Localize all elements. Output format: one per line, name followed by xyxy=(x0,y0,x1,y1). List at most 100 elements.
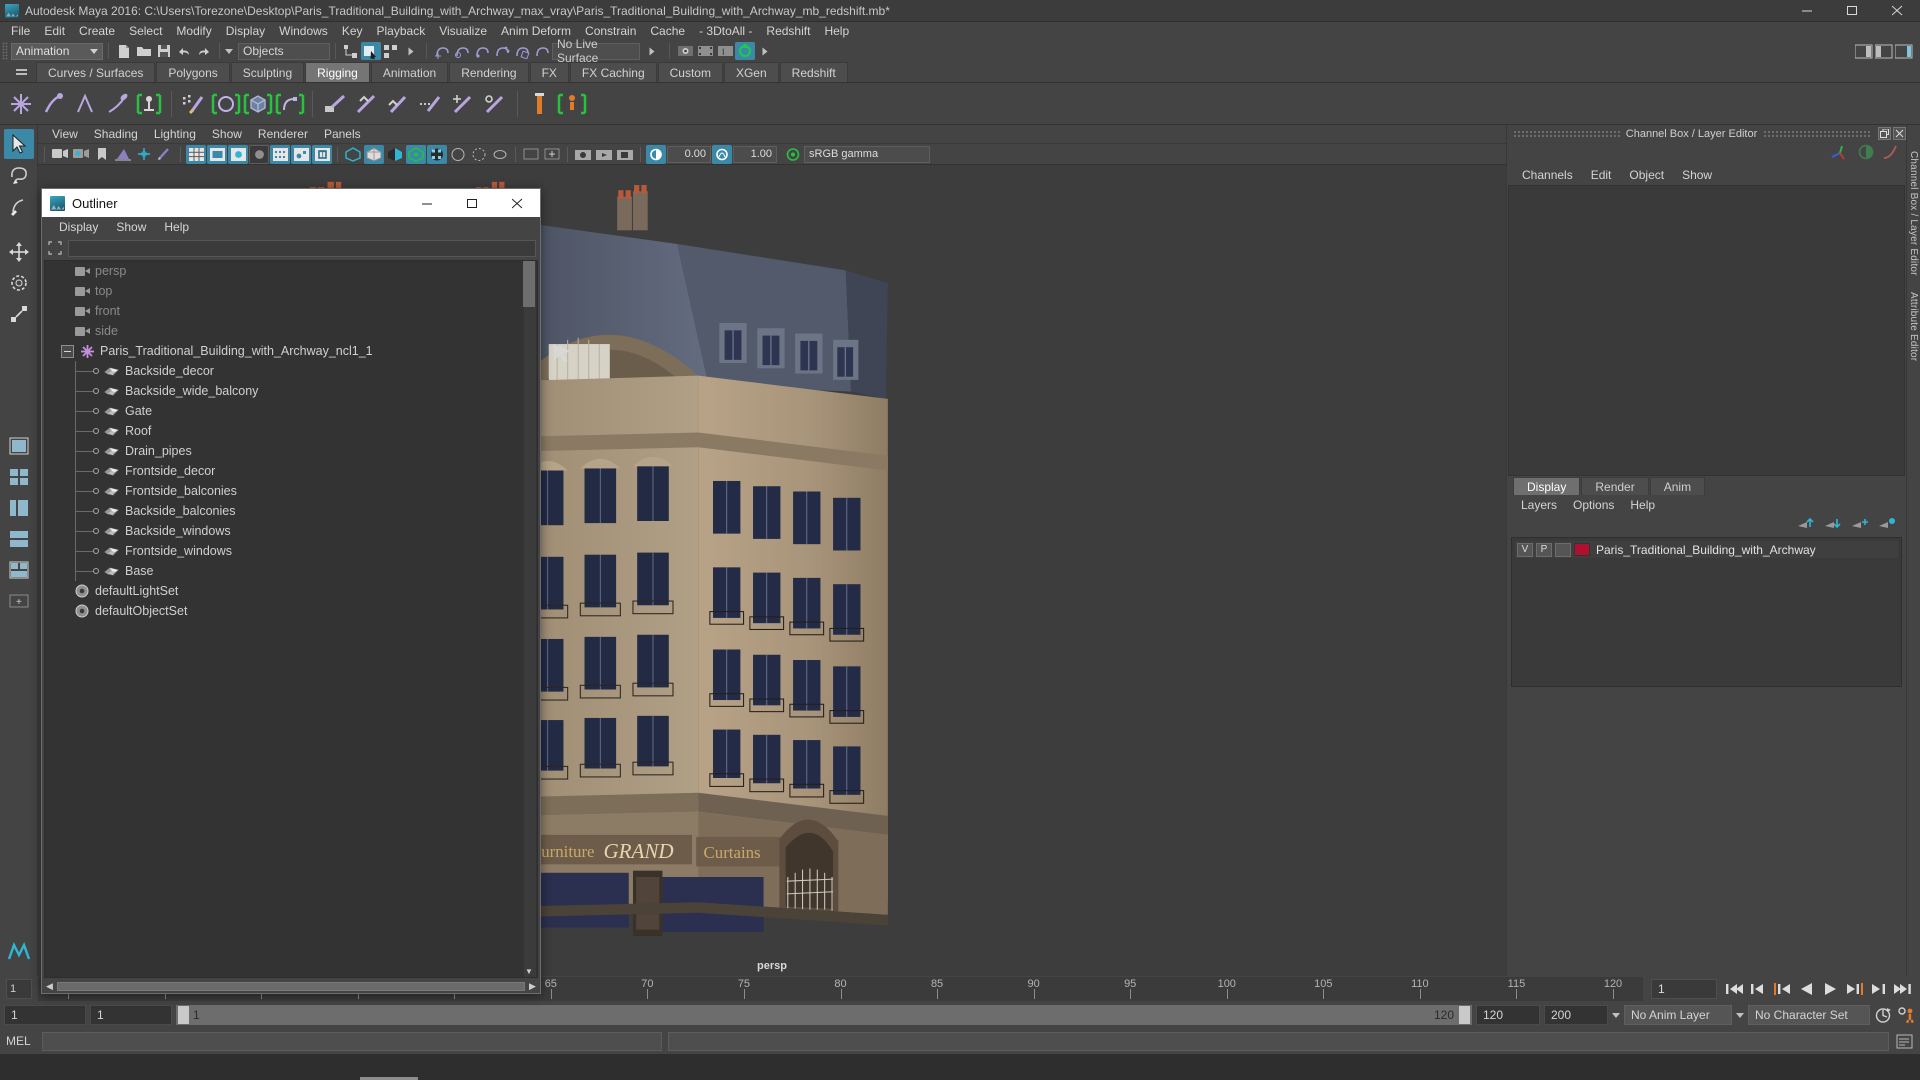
shelf-menu-icon[interactable] xyxy=(12,63,30,81)
layer-visibility-toggle[interactable]: V xyxy=(1517,543,1533,557)
rotate-tool-icon[interactable] xyxy=(4,268,34,298)
channel-menu-show[interactable]: Show xyxy=(1673,168,1721,182)
channel-menu-edit[interactable]: Edit xyxy=(1582,168,1621,182)
render-sequence-icon[interactable] xyxy=(695,42,715,60)
paint-skin-weights-icon[interactable] xyxy=(179,87,209,121)
scroll-left-icon[interactable]: ◀ xyxy=(45,981,54,991)
outliner-item[interactable]: Backside_windows xyxy=(45,521,537,541)
outliner-menu-show[interactable]: Show xyxy=(107,220,155,234)
menu-playback[interactable]: Playback xyxy=(370,22,433,40)
prune-membership-icon[interactable] xyxy=(352,87,382,121)
outliner-item[interactable]: front xyxy=(45,301,537,321)
panel-menu-view[interactable]: View xyxy=(44,127,86,141)
wrap-deformer-icon[interactable] xyxy=(448,87,478,121)
dock-drag-handle[interactable] xyxy=(1513,130,1620,137)
shelf-tab-animation[interactable]: Animation xyxy=(371,62,448,82)
channel-menu-object[interactable]: Object xyxy=(1620,168,1673,182)
select-camera-icon[interactable] xyxy=(50,145,70,164)
minimize-button[interactable] xyxy=(1785,0,1830,22)
quick-rig-icon[interactable] xyxy=(525,87,555,121)
ik-handle-icon[interactable] xyxy=(38,87,68,121)
image-plane-icon[interactable] xyxy=(113,145,133,164)
move-layer-down-icon[interactable] xyxy=(1825,517,1842,533)
outliner-item[interactable]: side xyxy=(45,321,537,341)
command-input[interactable] xyxy=(42,1032,662,1051)
gamma-toggle-icon[interactable] xyxy=(712,145,732,164)
create-skin-icon[interactable] xyxy=(102,87,132,121)
shelf-tab-fx-caching[interactable]: FX Caching xyxy=(570,62,657,82)
outliner-horizontal-scrollbar[interactable]: ◀ ▶ xyxy=(42,979,540,993)
ik-spline-handle-icon[interactable] xyxy=(70,87,100,121)
soft-modification-icon[interactable] xyxy=(275,87,305,121)
outliner-maximize-button[interactable] xyxy=(450,189,495,217)
motion-blur-icon[interactable] xyxy=(490,145,510,164)
bind-skin-icon[interactable] xyxy=(134,87,164,121)
layer-menu-layers[interactable]: Layers xyxy=(1513,498,1565,512)
sidebar-tool-settings-icon[interactable] xyxy=(1874,42,1894,60)
shelf-tab-sculpting[interactable]: Sculpting xyxy=(231,62,304,82)
layout-more-icon[interactable]: + xyxy=(4,586,34,616)
move-layer-up-icon[interactable] xyxy=(1798,517,1815,533)
menu-edit[interactable]: Edit xyxy=(37,22,72,40)
chevron-right-icon[interactable] xyxy=(763,47,768,55)
go-to-start-icon[interactable] xyxy=(1725,980,1744,998)
chevron-down-icon[interactable] xyxy=(1612,1013,1620,1018)
tree-node-dot[interactable] xyxy=(93,428,99,434)
layer-menu-options[interactable]: Options xyxy=(1565,498,1622,512)
move-tool-icon[interactable] xyxy=(4,237,34,267)
outliner-item[interactable]: Backside_balconies xyxy=(45,501,537,521)
character-set-select[interactable]: No Character Set xyxy=(1748,1005,1870,1025)
layout-persp-outliner-icon[interactable] xyxy=(4,493,34,523)
chevron-down-icon[interactable] xyxy=(1736,1013,1744,1018)
shelf-tab-xgen[interactable]: XGen xyxy=(724,62,779,82)
close-button[interactable] xyxy=(1875,0,1920,22)
maximize-button[interactable] xyxy=(1830,0,1875,22)
lattice-deformer-icon[interactable] xyxy=(243,87,273,121)
outliner-item[interactable]: Backside_wide_balcony xyxy=(45,381,537,401)
snap-projected-icon[interactable] xyxy=(492,42,512,60)
chevron-right-icon[interactable] xyxy=(409,47,414,55)
tree-node-dot[interactable] xyxy=(93,548,99,554)
color-space-select[interactable]: sRGB gamma xyxy=(804,146,930,163)
layer-menu-help[interactable]: Help xyxy=(1622,498,1663,512)
paint-select-tool-icon[interactable] xyxy=(4,191,34,221)
animation-preferences-icon[interactable] xyxy=(1897,1006,1916,1024)
live-surface-field[interactable]: No Live Surface xyxy=(552,43,640,60)
render-settings-icon[interactable] xyxy=(735,42,755,60)
dock-close-button[interactable] xyxy=(1893,127,1906,140)
select-object-icon[interactable] xyxy=(361,42,381,60)
shelf-tab-rigging[interactable]: Rigging xyxy=(305,62,370,82)
range-start-field-2[interactable]: 1 xyxy=(90,1005,172,1025)
shelf-tab-rendering[interactable]: Rendering xyxy=(449,62,528,82)
menu-file[interactable]: File xyxy=(4,22,37,40)
outliner-item[interactable]: Roof xyxy=(45,421,537,441)
vertical-tab-attribute-editor[interactable]: Attribute Editor xyxy=(1908,292,1919,361)
dock-drag-handle[interactable] xyxy=(1763,130,1870,137)
panel-menu-lighting[interactable]: Lighting xyxy=(146,127,204,141)
resolution-gate-icon[interactable] xyxy=(228,145,248,164)
tree-node-dot[interactable] xyxy=(93,508,99,514)
sidebar-attribute-editor-icon[interactable] xyxy=(1854,42,1874,60)
shelf-tab-redshift[interactable]: Redshift xyxy=(780,62,848,82)
snapshot-icon[interactable] xyxy=(573,145,593,164)
snap-disable-icon[interactable] xyxy=(532,42,552,60)
grease-pencil-icon[interactable] xyxy=(155,145,175,164)
layer-type-toggle[interactable] xyxy=(1555,543,1571,557)
vertical-tab-channel-box[interactable]: Channel Box / Layer Editor xyxy=(1908,151,1919,276)
xray-toggle-icon[interactable] xyxy=(270,145,290,164)
snap-curve-icon[interactable] xyxy=(452,42,472,60)
outliner-item[interactable]: Frontside_balconies xyxy=(45,481,537,501)
create-layer-from-selected-icon[interactable] xyxy=(1879,517,1896,533)
human-ik-icon[interactable] xyxy=(557,87,587,121)
anim-layer-select[interactable]: No Anim Layer xyxy=(1624,1005,1732,1025)
play-forwards-icon[interactable] xyxy=(1821,980,1840,998)
outliner-item[interactable]: Paris_Traditional_Building_with_Archway_… xyxy=(45,341,537,361)
grid-toggle-icon[interactable] xyxy=(186,145,206,164)
save-scene-icon[interactable] xyxy=(154,42,174,60)
snap-view-plane-icon[interactable] xyxy=(512,42,532,60)
range-start-field[interactable]: 1 xyxy=(4,1005,86,1025)
command-language-label[interactable]: MEL xyxy=(6,1034,36,1048)
range-slider-right-handle[interactable] xyxy=(1459,1006,1470,1024)
exposure-field[interactable]: 0.00 xyxy=(667,146,711,163)
bookmark-icon[interactable] xyxy=(92,145,112,164)
